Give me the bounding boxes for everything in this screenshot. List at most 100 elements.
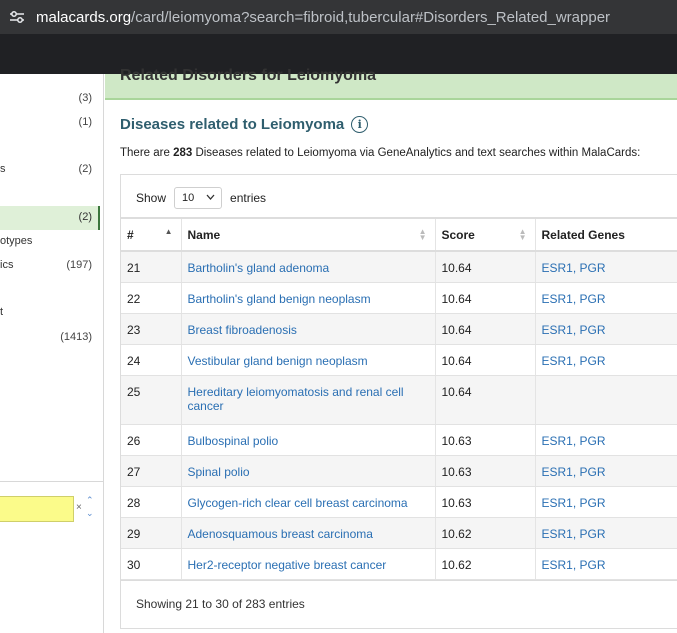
table-row: 27 Spinal polio 10.63 ESR1, PGR bbox=[121, 455, 677, 487]
genes-link[interactable]: ESR1, PGR bbox=[535, 251, 677, 283]
col-header-label: Score bbox=[441, 227, 475, 242]
entries-label: entries bbox=[230, 191, 267, 205]
disease-link[interactable]: Breast fibroadenosis bbox=[181, 313, 436, 345]
row-number: 28 bbox=[121, 486, 182, 518]
row-number: 21 bbox=[121, 251, 182, 283]
sidebar-item-label: ics bbox=[0, 259, 14, 271]
row-number: 23 bbox=[121, 313, 182, 345]
sidebar-item[interactable]: s (2) bbox=[0, 161, 98, 179]
disease-link[interactable]: Her2-receptor negative breast cancer bbox=[181, 548, 436, 580]
chevron-up-icon[interactable]: ⌃ bbox=[86, 495, 94, 506]
genes-link[interactable]: ESR1, PGR bbox=[535, 517, 677, 549]
sidebar-item[interactable]: (3) bbox=[0, 90, 98, 108]
desc-prefix: There are bbox=[120, 147, 174, 159]
row-score: 10.63 bbox=[435, 486, 536, 518]
table-panel: Show 10 entries # ▲ Name ▲ ▼ Score ▲ ▼ Relate… bbox=[120, 174, 677, 629]
desc-count: 283 bbox=[173, 147, 193, 159]
diseases-title-text: Diseases related to Leiomyoma bbox=[120, 116, 345, 133]
col-header-label: Name bbox=[187, 227, 221, 242]
row-score: 10.64 bbox=[435, 313, 536, 345]
table-row: 21 Bartholin's gland adenoma 10.64 ESR1, PG… bbox=[121, 251, 677, 283]
sidebar-item-count: (197) bbox=[66, 259, 92, 271]
row-number: 26 bbox=[121, 424, 182, 456]
disease-link[interactable]: Spinal polio bbox=[181, 455, 436, 487]
find-input[interactable] bbox=[0, 496, 74, 522]
genes-link[interactable]: ESR1, PGR bbox=[535, 313, 677, 345]
sidebar-item-label: s bbox=[0, 163, 6, 175]
row-score: 10.64 bbox=[435, 344, 536, 376]
disease-link[interactable]: Bulbospinal polio bbox=[181, 424, 436, 456]
footer-divider bbox=[121, 580, 677, 581]
disease-link[interactable]: Adenosquamous breast carcinoma bbox=[181, 517, 436, 549]
sidebar-item-count: (3) bbox=[78, 92, 92, 104]
genes-link[interactable]: ESR1, PGR bbox=[535, 486, 677, 518]
address-bar[interactable]: malacards.org/card/leiomyoma?search=fibr… bbox=[0, 0, 677, 34]
table-row: 28 Glycogen-rich clear cell breast carcin… bbox=[121, 486, 677, 518]
sidebar-item-count: (1) bbox=[78, 116, 92, 128]
disease-link[interactable]: Vestibular gland benign neoplasm bbox=[181, 344, 436, 376]
sidebar-item-count: (2) bbox=[78, 163, 92, 175]
genes-link[interactable]: ESR1, PGR bbox=[535, 424, 677, 456]
sidebar-item-count: (1413) bbox=[60, 331, 92, 343]
chevron-down-icon bbox=[206, 192, 215, 202]
url-domain: malacards.org bbox=[36, 8, 132, 26]
diseases-table: # ▲ Name ▲ ▼ Score ▲ ▼ Related Genes 21 Bartho… bbox=[121, 217, 677, 580]
sidebar-item[interactable]: t bbox=[0, 304, 98, 322]
sidebar-item-label: t bbox=[0, 306, 4, 318]
sidebar-item-active[interactable]: (2) bbox=[0, 206, 100, 230]
table-row: 22 Bartholin's gland benign neoplasm 10.64… bbox=[121, 282, 677, 314]
sidebar-item[interactable]: (1413) bbox=[0, 329, 98, 347]
row-number: 22 bbox=[121, 282, 182, 314]
row-score: 10.62 bbox=[435, 517, 536, 549]
sidebar-item[interactable]: ics (197) bbox=[0, 257, 98, 275]
col-header-related-genes[interactable]: Related Genes bbox=[535, 217, 677, 252]
sort-icon: ▲ ▼ bbox=[418, 227, 427, 242]
col-header-label: # bbox=[127, 227, 134, 242]
sidebar-item-count: (2) bbox=[78, 211, 92, 223]
col-header-score[interactable]: Score ▲ ▼ bbox=[435, 217, 536, 252]
desc-suffix: Diseases related to Leiomyoma via GeneAn… bbox=[192, 147, 641, 159]
row-score: 10.63 bbox=[435, 424, 536, 456]
col-header-name[interactable]: Name ▲ ▼ bbox=[181, 217, 436, 252]
row-score: 10.62 bbox=[435, 548, 536, 580]
disease-link[interactable]: Hereditary leiomyomatosis and renal cell… bbox=[181, 375, 436, 425]
url-path: /card/leiomyoma?search=fibroid,tubercula… bbox=[131, 8, 611, 26]
table-row: 26 Bulbospinal polio 10.63 ESR1, PGR bbox=[121, 424, 677, 456]
sort-icon: ▲ ▼ bbox=[518, 227, 527, 242]
sort-asc-icon: ▲ bbox=[164, 227, 173, 236]
row-number: 24 bbox=[121, 344, 182, 376]
section-header: Related Disorders for Leiomyoma bbox=[105, 67, 677, 100]
table-info: Showing 21 to 30 of 283 entries bbox=[136, 597, 305, 611]
row-number: 27 bbox=[121, 455, 182, 487]
genes-link[interactable]: ESR1, PGR bbox=[535, 344, 677, 376]
genes-link[interactable]: ESR1, PGR bbox=[535, 282, 677, 314]
site-settings-icon[interactable] bbox=[6, 6, 28, 28]
sidebar-divider bbox=[0, 481, 104, 482]
url-text[interactable]: malacards.org/card/leiomyoma?search=fibr… bbox=[36, 9, 610, 26]
genes-link[interactable]: ESR1, PGR bbox=[535, 548, 677, 580]
col-header-number[interactable]: # ▲ bbox=[121, 217, 182, 252]
row-score: 10.64 bbox=[435, 282, 536, 314]
diseases-title: Diseases related to Leiomyoma i bbox=[120, 116, 369, 133]
row-number: 25 bbox=[121, 375, 182, 425]
row-number: 30 bbox=[121, 548, 182, 580]
entries-select[interactable]: 10 bbox=[174, 187, 223, 209]
main-content: Related Disorders for Leiomyoma Diseases… bbox=[105, 67, 677, 633]
table-row: 29 Adenosquamous breast carcinoma 10.62 ESR… bbox=[121, 517, 677, 549]
disease-link[interactable]: Bartholin's gland benign neoplasm bbox=[181, 282, 436, 314]
sidebar-item[interactable]: (1) bbox=[0, 114, 98, 132]
row-score: 10.63 bbox=[435, 455, 536, 487]
row-score: 10.64 bbox=[435, 375, 536, 425]
disease-link[interactable]: Bartholin's gland adenoma bbox=[181, 251, 436, 283]
row-number: 29 bbox=[121, 517, 182, 549]
section-title: Related Disorders for Leiomyoma bbox=[120, 67, 377, 84]
chevron-down-icon[interactable]: ⌄ bbox=[86, 508, 94, 519]
table-row: 25 Hereditary leiomyomatosis and renal ce… bbox=[121, 375, 677, 425]
clear-icon[interactable]: × bbox=[76, 502, 82, 513]
sidebar-item[interactable]: otypes bbox=[0, 233, 98, 251]
entries-control: Show 10 entries bbox=[136, 187, 266, 209]
genes-link[interactable]: ESR1, PGR bbox=[535, 455, 677, 487]
genes-link bbox=[535, 375, 677, 425]
disease-link[interactable]: Glycogen-rich clear cell breast carcinom… bbox=[181, 486, 436, 518]
info-icon[interactable]: i bbox=[351, 116, 369, 133]
